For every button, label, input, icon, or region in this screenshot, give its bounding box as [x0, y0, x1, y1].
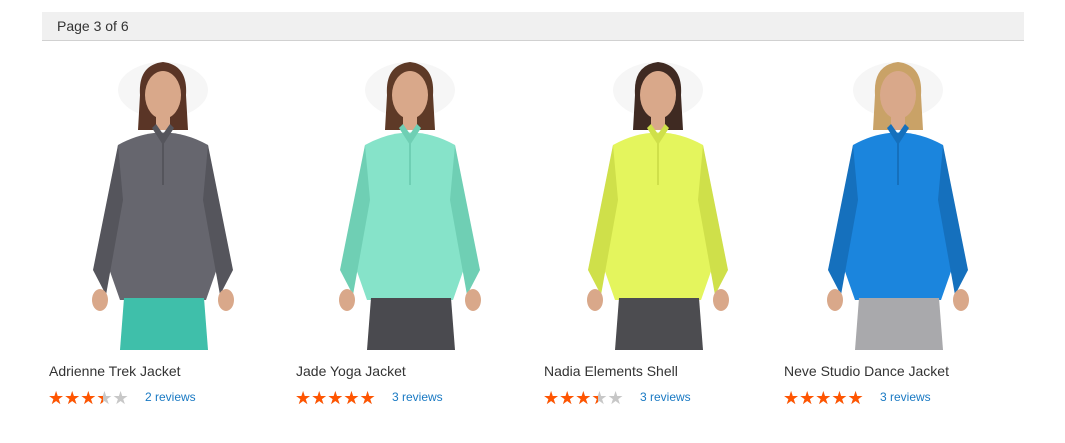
product-name-link[interactable]: Adrienne Trek Jacket [49, 363, 181, 379]
reviews-link[interactable]: 3 reviews [880, 390, 931, 404]
product-item[interactable]: Jade Yoga Jacket ★★★★★ ★★★★★ 3 reviews [295, 50, 525, 420]
rating-stars: ★★★★★★★★★★ [783, 388, 864, 408]
reviews-link[interactable]: 3 reviews [392, 390, 443, 404]
product-name-link[interactable]: Neve Studio Dance Jacket [784, 363, 949, 379]
model-image [339, 62, 481, 350]
rating-stars: ★★★★★★★★★★ [543, 388, 624, 408]
pager-label: Page 3 of 6 [57, 18, 129, 34]
product-photo[interactable] [295, 50, 525, 350]
product-item[interactable]: Neve Studio Dance Jacket ★★★★★ ★★★★★ 3 re… [783, 50, 1013, 420]
product-name-link[interactable]: Jade Yoga Jacket [296, 363, 406, 379]
rating-stars: ★★★★★★★★★★ [48, 388, 129, 408]
reviews-link[interactable]: 2 reviews [145, 390, 196, 404]
pager-toolbar: Page 3 of 6 [42, 12, 1024, 41]
rating-stars: ★★★★★★★★★★ [295, 388, 376, 408]
product-photo[interactable] [543, 50, 773, 350]
model-image [827, 62, 969, 350]
product-item[interactable]: Nadia Elements Shell ★★★★★★★★★★ 3 review… [543, 50, 773, 420]
model-image [92, 62, 234, 350]
product-item[interactable]: Adrienne Trek Jacket ★★★★★★★★★★ 2 review… [48, 50, 278, 420]
product-name-link[interactable]: Nadia Elements Shell [544, 363, 678, 379]
model-image [587, 62, 729, 350]
product-photo[interactable] [783, 50, 1013, 350]
reviews-link[interactable]: 3 reviews [640, 390, 691, 404]
product-photo[interactable] [48, 50, 278, 350]
